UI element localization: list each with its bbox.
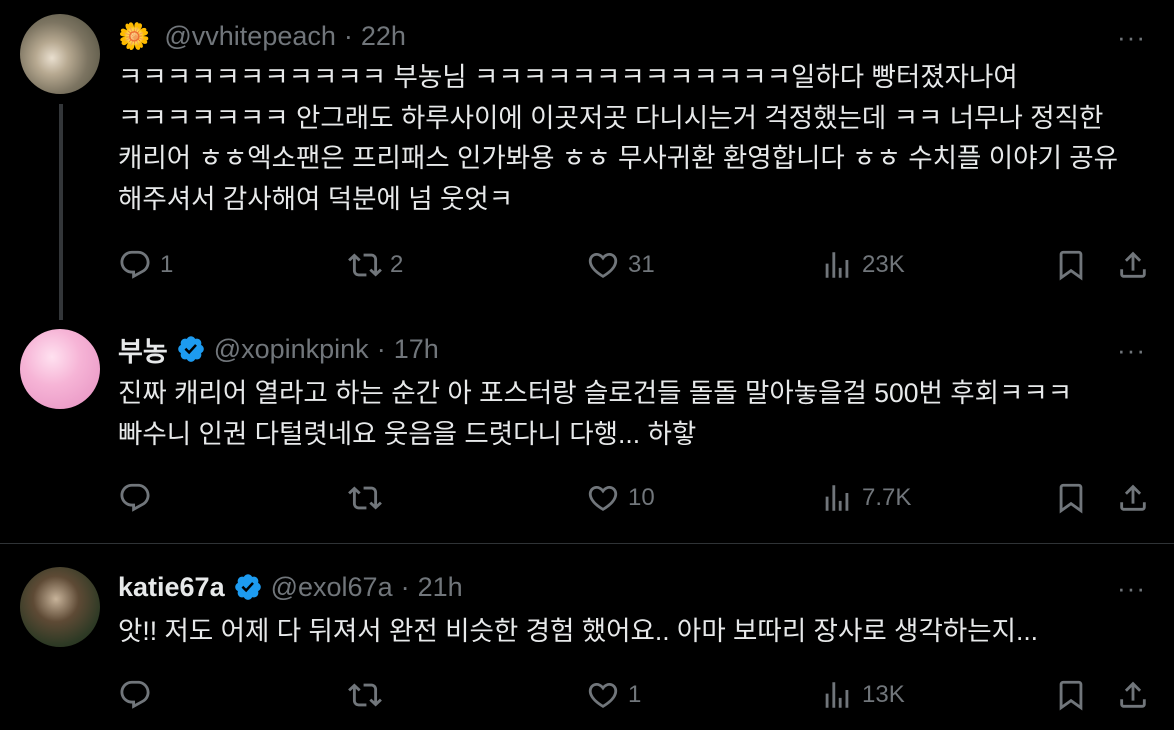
- sunflower-emoji-icon: 🌼: [118, 20, 151, 51]
- views-button[interactable]: 13K: [820, 678, 905, 712]
- tweet-text: ㅋㅋㅋㅋㅋㅋㅋㅋㅋㅋㅋ 부농님 ㅋㅋㅋㅋㅋㅋㅋㅋㅋㅋㅋㅋㅋ일하다 빵터졌자나여 …: [118, 62, 1119, 214]
- separator: ·: [400, 571, 410, 602]
- share-button[interactable]: [1116, 248, 1150, 282]
- thread-line: [59, 104, 63, 320]
- bookmark-icon: [1059, 483, 1083, 514]
- views-button[interactable]: 23K: [820, 248, 905, 282]
- tweet-header: katie67a @exol67a · 21h: [118, 569, 463, 605]
- repost-button[interactable]: [348, 481, 390, 515]
- user-handle[interactable]: @xopinkpink: [214, 334, 369, 365]
- verified-badge-icon: [233, 572, 263, 602]
- like-button[interactable]: 1: [586, 678, 641, 712]
- reply-icon: [120, 680, 150, 709]
- share-icon: [1120, 681, 1146, 708]
- separator: ·: [343, 20, 353, 51]
- heart-icon: [588, 485, 618, 511]
- like-count: 31: [628, 251, 655, 278]
- avatar[interactable]: [20, 329, 100, 409]
- user-handle[interactable]: @exol67a: [271, 572, 393, 603]
- repost-count: 2: [390, 251, 404, 278]
- separator: ·: [376, 333, 386, 364]
- bookmark-icon: [1059, 250, 1083, 281]
- timestamp[interactable]: 21h: [418, 572, 463, 603]
- share-icon: [1120, 484, 1146, 511]
- like-button[interactable]: 10: [586, 481, 655, 515]
- reply-count: 1: [160, 251, 174, 278]
- verified-badge-icon: [176, 334, 206, 364]
- reply-button[interactable]: 1: [118, 248, 173, 282]
- display-name[interactable]: katie67a: [118, 572, 225, 603]
- share-icon: [1120, 251, 1146, 278]
- reply-button[interactable]: [118, 481, 160, 515]
- bookmark-button[interactable]: [1054, 248, 1088, 282]
- action-bar: 1 13K: [118, 678, 1158, 712]
- avatar[interactable]: [20, 14, 100, 94]
- more-icon[interactable]: ···: [1117, 573, 1146, 604]
- heart-icon: [588, 252, 618, 278]
- like-count: 10: [628, 484, 655, 511]
- reply-icon: [120, 250, 150, 279]
- divider: [0, 543, 1174, 544]
- share-button[interactable]: [1116, 678, 1150, 712]
- more-icon[interactable]: ···: [1117, 22, 1146, 53]
- user-handle[interactable]: @vvhitepeach: [164, 21, 336, 52]
- timestamp[interactable]: 22h: [361, 21, 406, 52]
- repost-button[interactable]: [348, 678, 390, 712]
- more-icon[interactable]: ···: [1117, 335, 1146, 366]
- timestamp[interactable]: 17h: [394, 334, 439, 365]
- reply-button[interactable]: [118, 678, 160, 712]
- views-count: 23K: [862, 251, 905, 278]
- action-bar: 10 7.7K: [118, 481, 1158, 515]
- bookmark-icon: [1059, 680, 1083, 711]
- repost-button[interactable]: 2: [348, 248, 403, 282]
- bookmark-button[interactable]: [1054, 678, 1088, 712]
- tweet-text: 진짜 캐리어 열라고 하는 순간 아 포스터랑 슬로건들 돌돌 말아놓을걸 50…: [118, 378, 1073, 449]
- repost-icon: [348, 253, 382, 277]
- bookmark-button[interactable]: [1054, 481, 1088, 515]
- tweet-text: 앗!! 저도 어제 다 뒤져서 완전 비슷한 경험 했어요.. 아마 보따리 장…: [118, 616, 1039, 646]
- repost-icon: [348, 486, 382, 510]
- display-name[interactable]: 부농: [118, 330, 168, 369]
- views-icon: [825, 252, 849, 278]
- repost-icon: [348, 683, 382, 707]
- avatar[interactable]: [20, 567, 100, 647]
- reply-icon: [120, 483, 150, 512]
- share-button[interactable]: [1116, 481, 1150, 515]
- tweet-header: 🌼 @vvhitepeach · 22h: [118, 18, 406, 54]
- action-bar: 1 2 31 23K: [118, 248, 1158, 282]
- like-button[interactable]: 31: [586, 248, 655, 282]
- views-icon: [825, 682, 849, 708]
- tweet-header: 부농 @xopinkpink · 17h: [118, 331, 439, 367]
- views-icon: [825, 485, 849, 511]
- views-button[interactable]: 7.7K: [820, 481, 911, 515]
- heart-icon: [588, 682, 618, 708]
- views-count: 13K: [862, 681, 905, 708]
- like-count: 1: [628, 681, 642, 708]
- views-count: 7.7K: [862, 484, 912, 511]
